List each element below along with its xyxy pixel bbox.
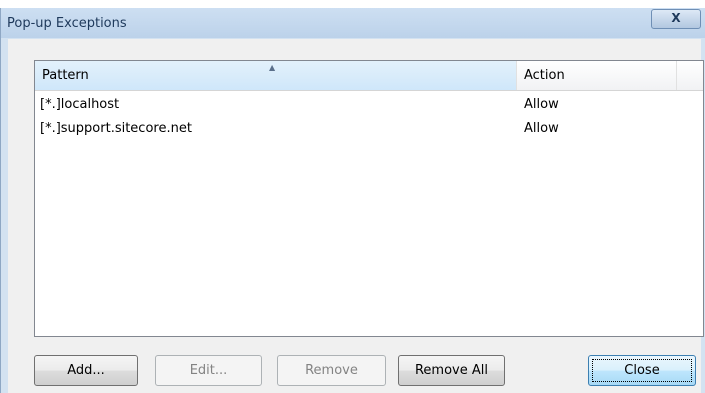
row-pattern: [*.]localhost	[40, 97, 120, 112]
add-button[interactable]: Add...	[34, 355, 138, 386]
close-button[interactable]: Close	[588, 355, 696, 386]
title-bar[interactable]: Pop-up Exceptions X	[1, 8, 705, 38]
popup-exceptions-dialog: Pop-up Exceptions X ▲ Pattern Action [*.…	[0, 8, 705, 393]
row-pattern: [*.]support.sitecore.net	[40, 121, 192, 136]
column-label-action: Action	[524, 68, 565, 83]
focus-indicator	[592, 359, 692, 382]
close-icon: X	[671, 11, 681, 25]
dialog-client-area: ▲ Pattern Action [*.]localhost Allow [*.…	[8, 39, 704, 393]
list-row[interactable]: [*.]localhost Allow	[35, 94, 703, 116]
remove-button[interactable]: Remove	[277, 355, 386, 386]
edit-button[interactable]: Edit...	[155, 355, 262, 386]
column-label-pattern: Pattern	[42, 68, 89, 83]
row-action: Allow	[524, 121, 559, 136]
list-header: ▲ Pattern Action	[35, 61, 703, 91]
sort-ascending-icon: ▲	[269, 63, 276, 72]
exceptions-list[interactable]: ▲ Pattern Action [*.]localhost Allow [*.…	[34, 60, 704, 337]
window-close-button[interactable]: X	[651, 9, 701, 29]
column-header-pattern[interactable]: ▲ Pattern	[35, 61, 517, 90]
remove-all-button[interactable]: Remove All	[398, 355, 505, 386]
row-action: Allow	[524, 97, 559, 112]
list-row[interactable]: [*.]support.sitecore.net Allow	[35, 118, 703, 140]
window-title: Pop-up Exceptions	[7, 16, 127, 31]
column-header-action[interactable]: Action	[517, 61, 677, 90]
